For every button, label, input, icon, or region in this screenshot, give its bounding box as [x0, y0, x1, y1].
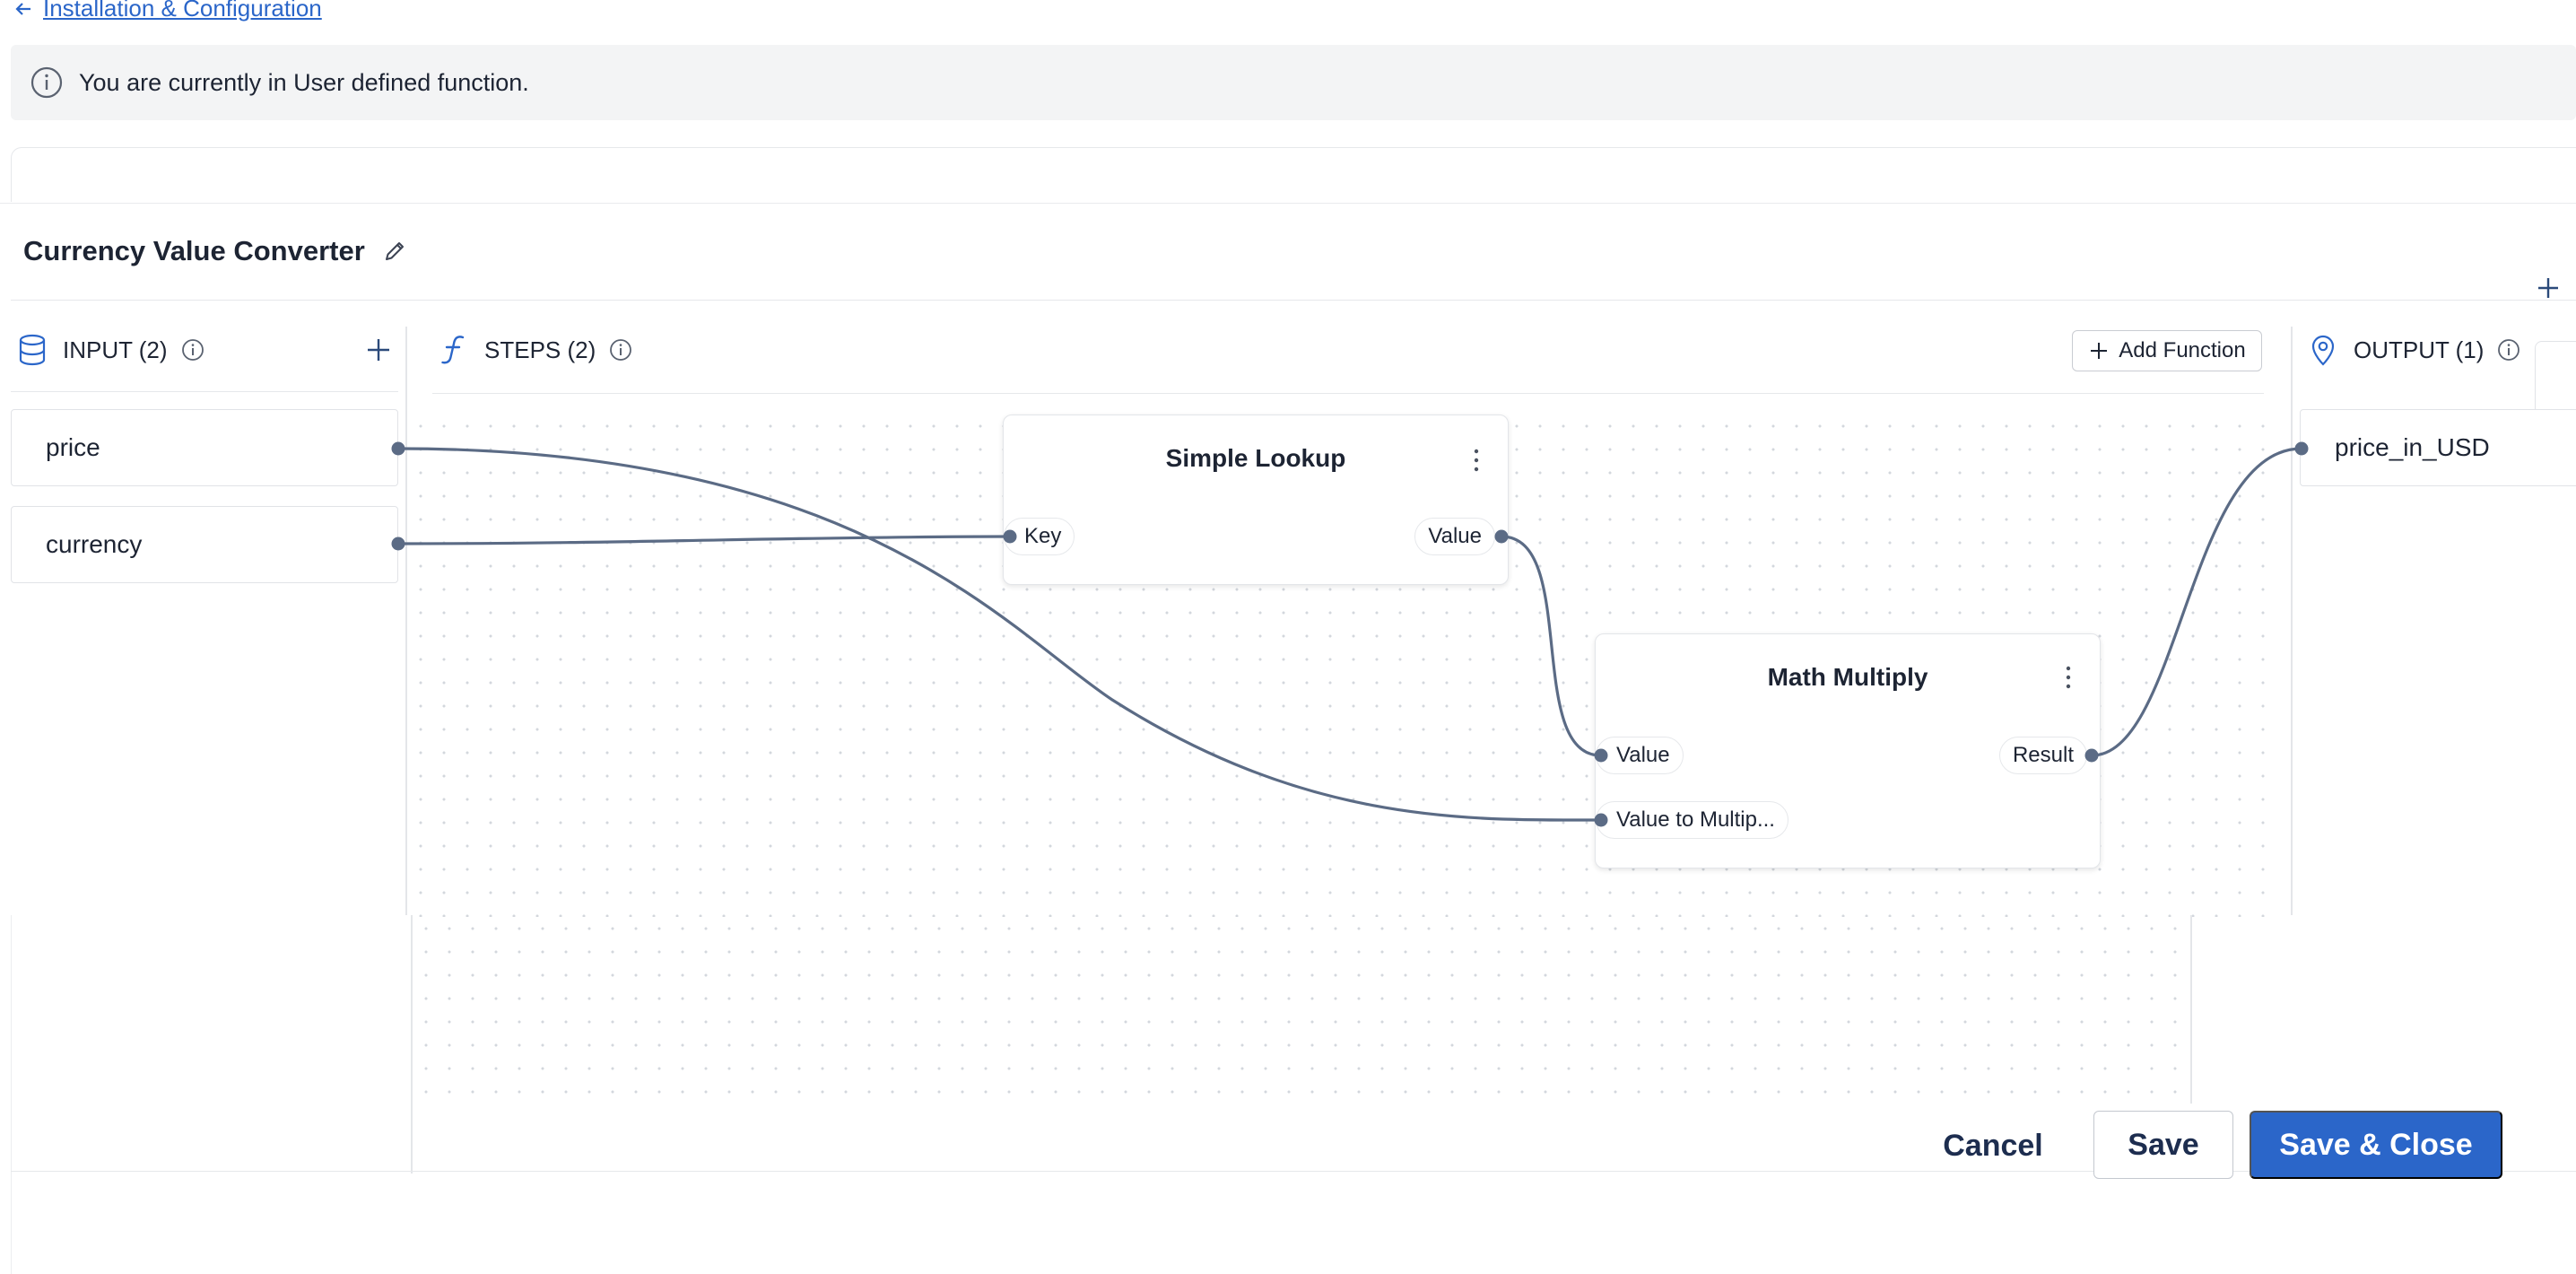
arrow-left-icon [15, 2, 30, 15]
info-icon [30, 66, 63, 99]
divider [432, 393, 2264, 394]
kebab-menu-icon[interactable] [2064, 665, 2073, 690]
back-link-label: Installation & Configuration [43, 0, 322, 22]
input-item-price[interactable]: price [11, 409, 398, 486]
column-divider [2190, 915, 2192, 1104]
banner-text: You are currently in User defined functi… [79, 68, 529, 96]
input-item-label: price [46, 433, 100, 461]
node-simple-lookup[interactable]: Simple Lookup Key Value [1003, 414, 1509, 585]
steps-header-label: STEPS (2) [484, 336, 596, 363]
info-icon[interactable] [180, 337, 205, 362]
add-function-button[interactable]: Add Function [2072, 330, 2262, 371]
column-divider [2291, 327, 2293, 915]
info-banner: You are currently in User defined functi… [11, 45, 2576, 120]
port-result-out[interactable]: Result [1998, 737, 2087, 774]
page-title: Currency Value Converter [23, 235, 365, 266]
steps-column-header: STEPS (2) [436, 332, 633, 368]
kebab-menu-icon[interactable] [1472, 448, 1481, 473]
output-header-label: OUTPUT (1) [2354, 336, 2485, 363]
pencil-icon[interactable] [380, 237, 409, 266]
input-item-currency[interactable]: currency [11, 506, 398, 583]
input-header-label: INPUT (2) [63, 336, 168, 363]
output-item-price-in-usd[interactable]: price_in_USD [2300, 409, 2576, 486]
location-pin-icon [2311, 335, 2335, 366]
input-item-label: currency [46, 530, 143, 558]
output-column-header: OUTPUT (1) [2305, 332, 2521, 368]
output-panel-edge [2535, 341, 2576, 416]
add-function-label: Add Function [2119, 338, 2246, 362]
port-label: Value to Multip... [1616, 807, 1775, 832]
info-icon[interactable] [608, 337, 633, 362]
port-value-out[interactable]: Value [1414, 518, 1495, 555]
input-column-header: INPUT (2) [14, 332, 205, 368]
node-math-multiply[interactable]: Math Multiply Value Value to Multip... R… [1595, 633, 2101, 868]
port-label: Value [1428, 524, 1482, 548]
function-icon [441, 336, 465, 364]
port-label: Key [1024, 524, 1062, 548]
add-input-plus-icon[interactable] [362, 334, 395, 366]
port-value-in[interactable]: Value [1596, 737, 1684, 774]
output-item-label: price_in_USD [2335, 433, 2490, 461]
steps-canvas-lower [414, 917, 2187, 1096]
database-icon [19, 334, 46, 366]
port-label: Result [2012, 743, 2074, 767]
plus-icon[interactable] [2531, 271, 2565, 305]
divider [11, 300, 2576, 301]
save-button[interactable]: Save [2093, 1111, 2233, 1179]
cancel-button[interactable]: Cancel [1919, 1113, 2067, 1179]
column-divider [411, 915, 413, 1174]
column-divider [405, 327, 407, 915]
back-link[interactable]: Installation & Configuration [13, 0, 322, 22]
divider [0, 203, 2576, 204]
save-and-close-button[interactable]: Save & Close [2250, 1111, 2502, 1179]
panel-edge [11, 915, 12, 1274]
port-label: Value [1616, 743, 1670, 767]
plus-icon [2091, 343, 2108, 359]
panel-outline [11, 147, 2424, 202]
divider [11, 391, 398, 392]
node-title: Simple Lookup [1165, 444, 1346, 472]
divider [2424, 147, 2576, 148]
port-key[interactable]: Key [1004, 518, 1075, 555]
node-title: Math Multiply [1767, 663, 1928, 691]
info-icon[interactable] [2496, 337, 2521, 362]
port-value-to-multiply[interactable]: Value to Multip... [1596, 801, 1788, 839]
